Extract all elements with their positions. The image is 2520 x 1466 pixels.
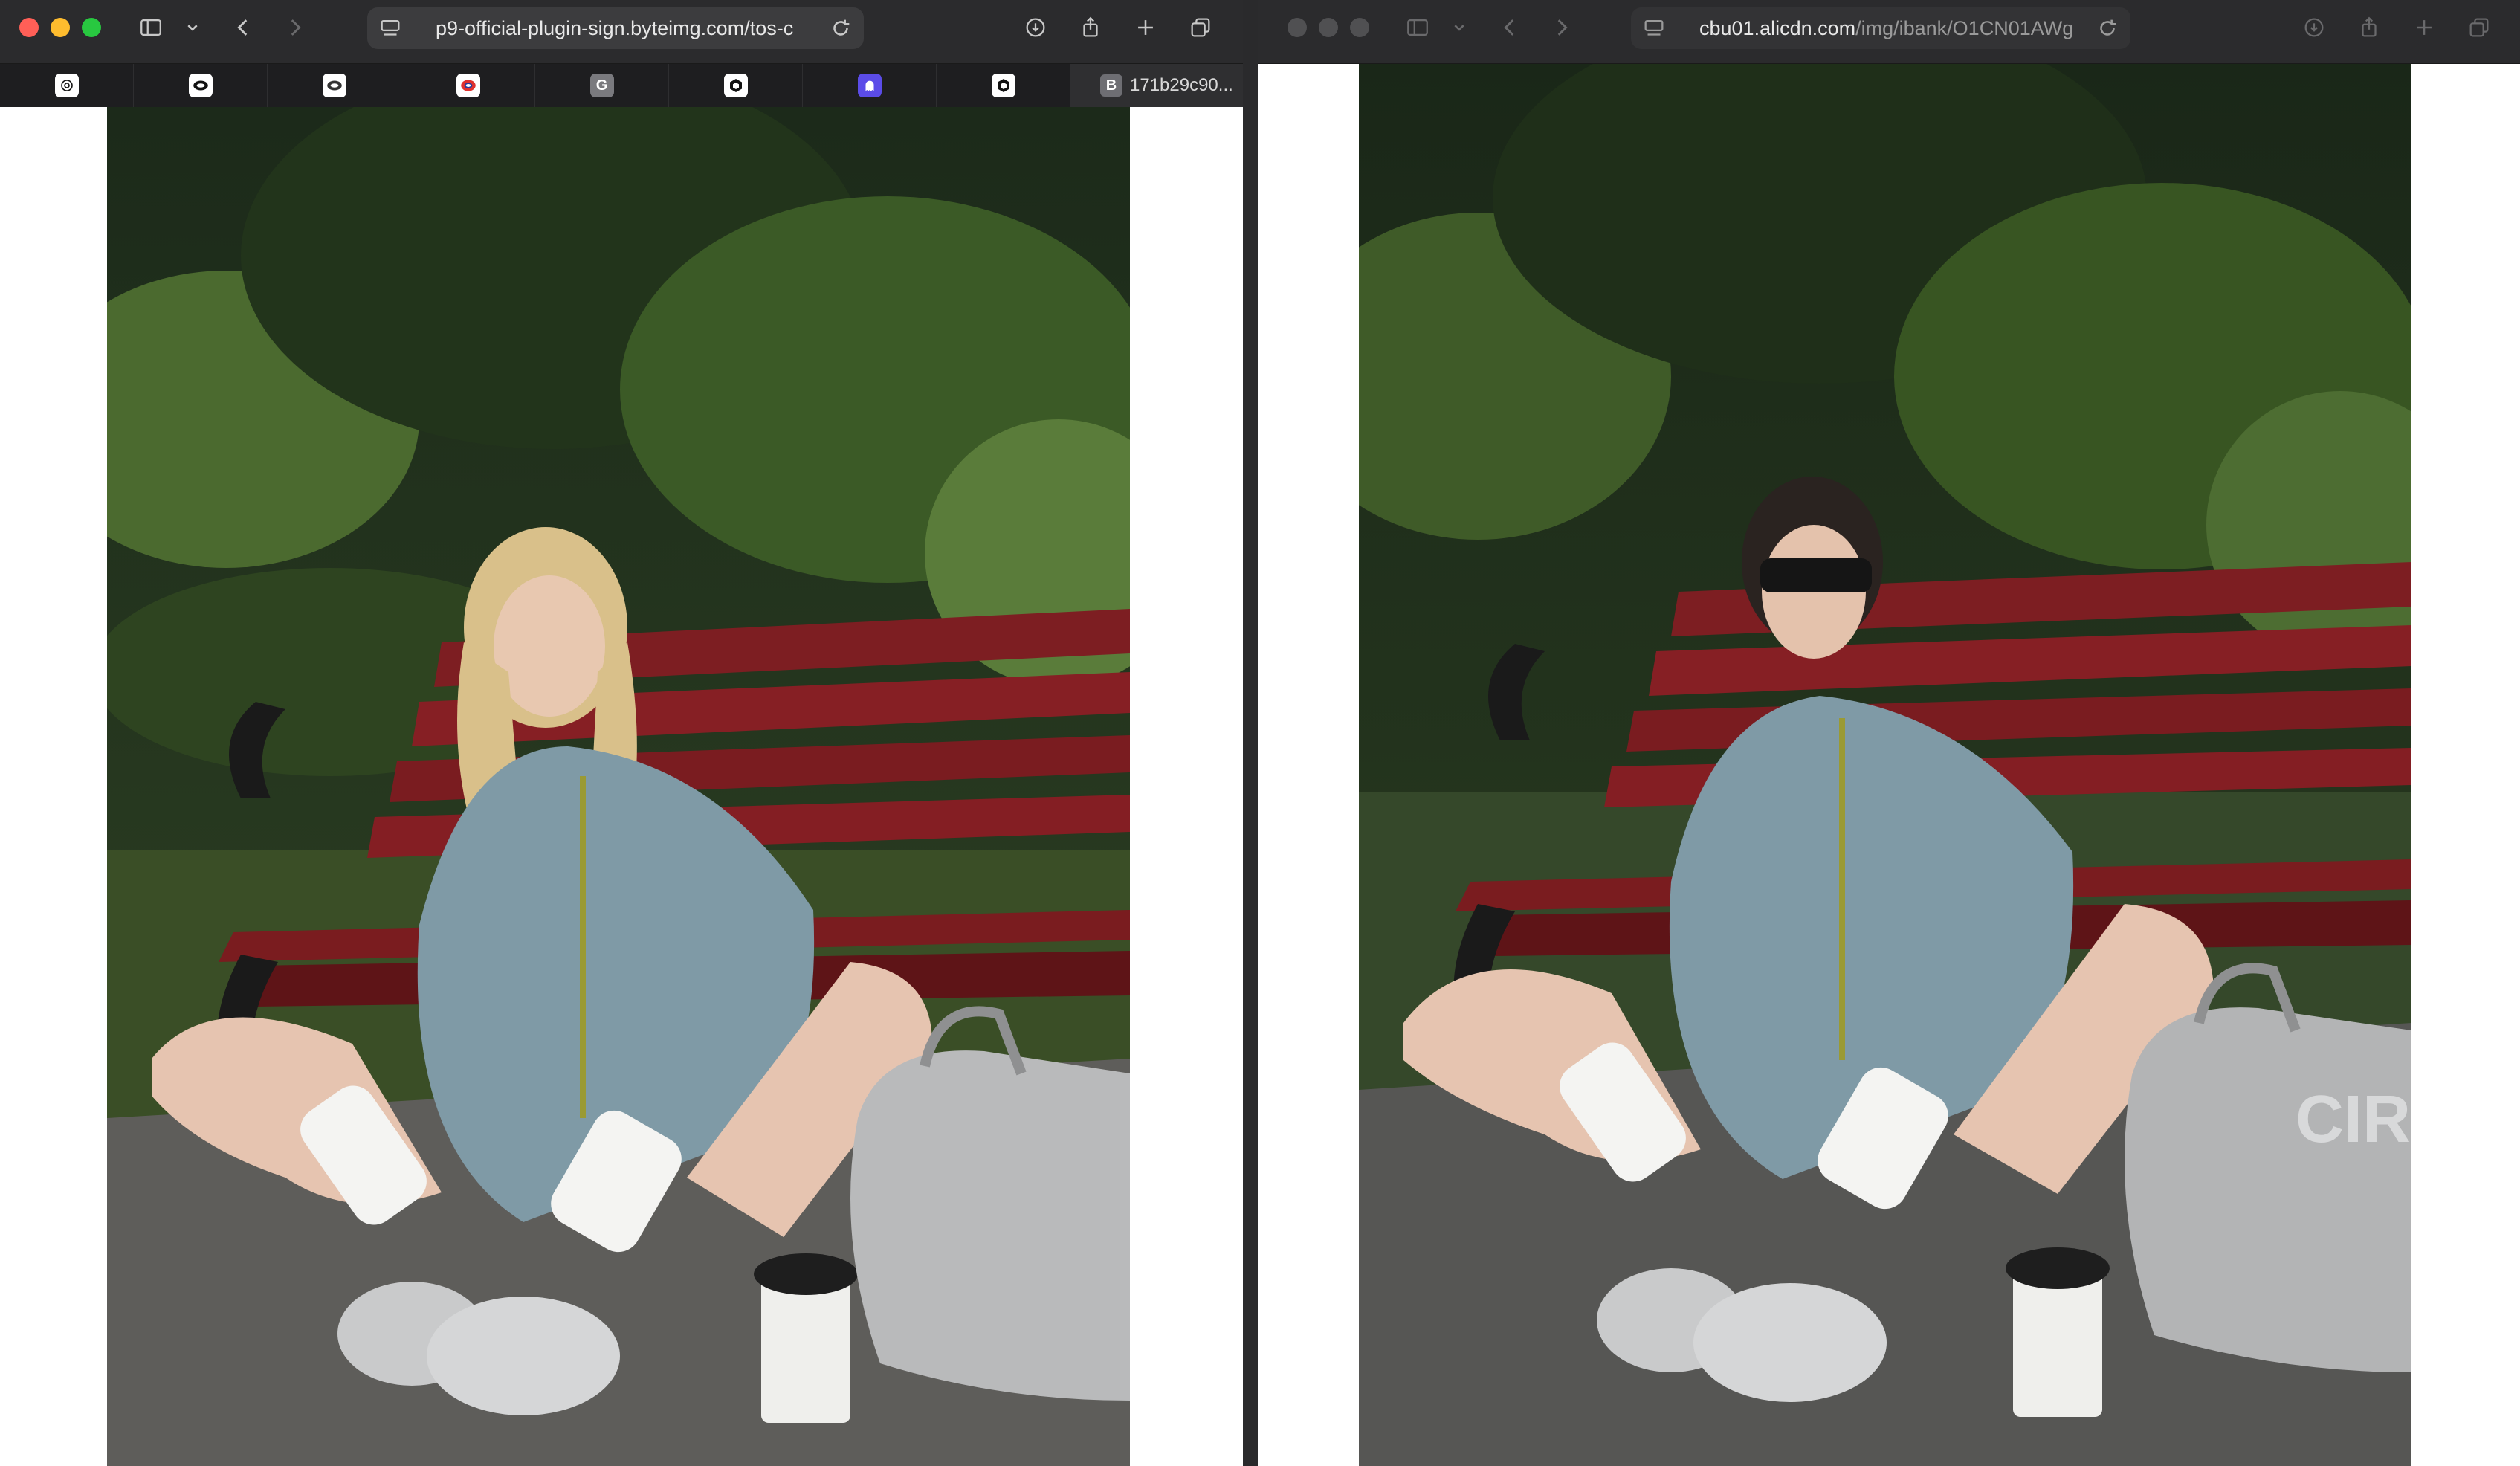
chevron-down-icon[interactable] xyxy=(177,12,208,43)
favorite-6[interactable] xyxy=(669,64,803,107)
tab-title: 171b29c90... xyxy=(1130,75,1233,95)
browser-window-right: cbu01.alicdn.com/img/ibank/O1CN01AWg CIR xyxy=(1258,0,2520,1466)
minimize-button[interactable] xyxy=(1319,18,1338,37)
tab-overview-icon[interactable] xyxy=(2464,12,2495,43)
favorite-8[interactable] xyxy=(937,64,1070,107)
new-tab-icon[interactable] xyxy=(2408,12,2440,43)
new-tab-icon[interactable] xyxy=(1130,12,1161,43)
toolbar: cbu01.alicdn.com/img/ibank/O1CN01AWg xyxy=(1258,0,2520,64)
favorite-3[interactable] xyxy=(268,64,401,107)
share-icon[interactable] xyxy=(1075,12,1106,43)
favorite-2[interactable] xyxy=(134,64,268,107)
page-content: CIRC xyxy=(1258,64,2520,1466)
url-path: /img/ibank/O1CN01AWg xyxy=(1855,17,2074,39)
reload-icon[interactable] xyxy=(2095,16,2120,41)
minimize-button[interactable] xyxy=(51,18,70,37)
g-icon: G xyxy=(589,74,614,97)
oval-app-icon xyxy=(188,74,213,97)
ghost-icon xyxy=(857,74,882,97)
tab-favicon: B xyxy=(1100,74,1122,97)
forward-icon[interactable] xyxy=(1546,12,1577,43)
close-button[interactable] xyxy=(19,18,39,37)
reload-icon[interactable] xyxy=(828,16,853,41)
desktop: p9-official-plugin-sign.byteimg.com/tos-… xyxy=(0,0,2520,1466)
maximize-button[interactable] xyxy=(1350,18,1369,37)
cube-icon xyxy=(991,74,1015,97)
photo: CIRC xyxy=(1359,64,2411,1466)
url-text: cbu01.alicdn.com/img/ibank/O1CN01AWg xyxy=(1699,17,2078,40)
red-ring-icon xyxy=(456,74,480,97)
favorite-openai[interactable] xyxy=(0,64,134,107)
maximize-button[interactable] xyxy=(82,18,101,37)
share-icon[interactable] xyxy=(2353,12,2385,43)
sidebar-icon[interactable] xyxy=(135,12,167,43)
downloads-icon[interactable] xyxy=(1020,12,1051,43)
forward-icon[interactable] xyxy=(280,12,311,43)
site-settings-icon[interactable] xyxy=(378,16,403,41)
back-icon[interactable] xyxy=(1494,12,1525,43)
window-gap xyxy=(1243,0,1258,1466)
downloads-icon[interactable] xyxy=(2298,12,2330,43)
favorite-7[interactable] xyxy=(803,64,937,107)
close-button[interactable] xyxy=(1288,18,1307,37)
tab-overview-icon[interactable] xyxy=(1185,12,1216,43)
back-icon[interactable] xyxy=(227,12,259,43)
cube-icon xyxy=(723,74,748,97)
url-text: p9-official-plugin-sign.byteimg.com/tos-… xyxy=(436,17,794,39)
favorite-4[interactable] xyxy=(401,64,535,107)
sidebar-icon[interactable] xyxy=(1402,12,1433,43)
address-bar[interactable]: p9-official-plugin-sign.byteimg.com/tos-… xyxy=(367,7,864,49)
url-host: cbu01.alicdn.com xyxy=(1699,17,1856,39)
tab-active[interactable]: B 171b29c90... xyxy=(1070,64,1243,107)
openai-icon xyxy=(54,74,79,97)
photo xyxy=(107,107,1130,1466)
bag-logo-text: CIRC xyxy=(2296,1082,2411,1157)
favorite-5[interactable]: G xyxy=(535,64,669,107)
site-settings-icon[interactable] xyxy=(1641,16,1667,41)
address-bar[interactable]: cbu01.alicdn.com/img/ibank/O1CN01AWg xyxy=(1631,7,2130,49)
browser-window-left: p9-official-plugin-sign.byteimg.com/tos-… xyxy=(0,0,1243,1466)
toolbar: p9-official-plugin-sign.byteimg.com/tos-… xyxy=(0,0,1243,64)
favorites-bar: G B 171b29c90... xyxy=(0,64,1243,107)
chevron-down-icon[interactable] xyxy=(1444,12,1475,43)
oval-app-icon xyxy=(322,74,346,97)
page-content xyxy=(0,107,1243,1466)
